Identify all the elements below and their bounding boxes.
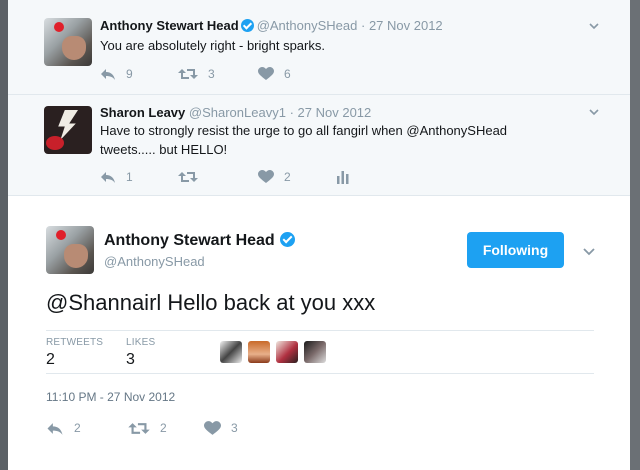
reply-icon	[46, 421, 64, 436]
retweet-icon	[128, 421, 150, 436]
reply-button[interactable]: 1	[100, 169, 133, 185]
user-name[interactable]: Sharon Leavy	[100, 105, 185, 120]
user-name[interactable]: Anthony Stewart Head	[104, 232, 275, 249]
likes-stat[interactable]: LIKES 3	[126, 337, 155, 369]
avatar[interactable]	[44, 106, 92, 154]
conversation-tweet[interactable]: Anthony Stewart Head @AnthonySHead · 27 N…	[8, 0, 630, 95]
tweet-text: Have to strongly resist the urge to go a…	[100, 123, 508, 157]
retweet-icon	[178, 170, 198, 184]
avatar[interactable]	[44, 18, 92, 66]
like-count: 6	[284, 67, 291, 81]
conversation-ancestors: Anthony Stewart Head @AnthonySHead · 27 N…	[8, 0, 630, 196]
reply-button[interactable]: 2	[46, 420, 81, 436]
page-backdrop-left	[0, 0, 8, 470]
chevron-down-icon[interactable]	[582, 244, 596, 263]
liker-avatar[interactable]	[248, 341, 270, 363]
heart-icon	[258, 67, 274, 81]
retweet-count: 2	[160, 421, 167, 435]
like-button[interactable]: 3	[204, 420, 238, 436]
tweet-header: Anthony Stewart Head @AnthonySHead · 27 N…	[100, 18, 443, 33]
stat-value: 3	[126, 351, 135, 368]
reply-button[interactable]: 9	[100, 66, 133, 82]
chevron-down-icon[interactable]	[588, 106, 600, 118]
reply-icon	[100, 170, 116, 184]
user-name[interactable]: Anthony Stewart Head	[100, 18, 239, 33]
tweet-header: Sharon Leavy @SharonLeavy1 · 27 Nov 2012	[100, 105, 371, 120]
avatar[interactable]	[46, 226, 94, 274]
reply-icon	[100, 67, 116, 81]
separator: ·	[289, 105, 294, 120]
following-button[interactable]: Following	[467, 232, 564, 268]
liker-avatar[interactable]	[220, 341, 242, 363]
tweet-stats: RETWEETS 2 LIKES 3	[46, 330, 594, 374]
analytics-button[interactable]	[336, 169, 350, 185]
like-count: 2	[284, 170, 291, 184]
like-button[interactable]: 2	[258, 169, 291, 185]
tweet-modal: Anthony Stewart Head @AnthonySHead · 27 N…	[8, 0, 630, 470]
avatar-badge	[46, 136, 64, 150]
user-handle[interactable]: @SharonLeavy1	[189, 105, 286, 120]
heart-icon	[258, 170, 274, 184]
tweet-text: You are absolutely right - bright sparks…	[100, 38, 325, 53]
retweet-button[interactable]: 2	[128, 420, 167, 436]
analytics-icon	[336, 170, 350, 184]
chevron-down-icon[interactable]	[588, 20, 600, 32]
reply-count: 2	[74, 421, 81, 435]
verified-badge-icon	[279, 232, 295, 247]
user-handle[interactable]: @AnthonySHead	[257, 18, 358, 33]
user-handle[interactable]: @AnthonySHead	[104, 254, 205, 269]
verified-badge-icon	[240, 19, 254, 32]
stat-label: RETWEETS	[46, 337, 104, 348]
separator: ·	[360, 18, 366, 33]
stat-value: 2	[46, 351, 55, 368]
stat-label: LIKES	[126, 337, 156, 348]
like-count: 3	[231, 421, 238, 435]
reply-count: 1	[126, 170, 133, 184]
retweet-button[interactable]	[178, 169, 208, 185]
liker-avatar[interactable]	[276, 341, 298, 363]
permalink-tweet: Anthony Stewart Head @AnthonySHead Follo…	[8, 196, 630, 470]
tweet-timestamp[interactable]: 27 Nov 2012	[369, 18, 443, 33]
reply-count: 9	[126, 67, 133, 81]
like-button[interactable]: 6	[258, 66, 291, 82]
lightning-bolt-icon	[58, 110, 78, 140]
tweet-timestamp[interactable]: 27 Nov 2012	[298, 105, 372, 120]
liker-avatars	[220, 341, 332, 363]
tweet-full-timestamp: 11:10 PM - 27 Nov 2012	[46, 390, 176, 404]
retweet-button[interactable]: 3	[178, 66, 215, 82]
retweet-icon	[178, 67, 198, 81]
user-name-row: Anthony Stewart Head	[104, 232, 298, 250]
retweets-stat[interactable]: RETWEETS 2	[46, 337, 103, 369]
tweet-actions: 2 2 3	[46, 420, 346, 436]
conversation-tweet[interactable]: Sharon Leavy @SharonLeavy1 · 27 Nov 2012…	[8, 95, 630, 196]
retweet-count: 3	[208, 67, 215, 81]
liker-avatar[interactable]	[304, 341, 326, 363]
tweet-text: @Shannairl Hello back at you xxx	[46, 290, 376, 315]
heart-icon	[204, 420, 221, 436]
page-backdrop-right	[630, 0, 640, 470]
